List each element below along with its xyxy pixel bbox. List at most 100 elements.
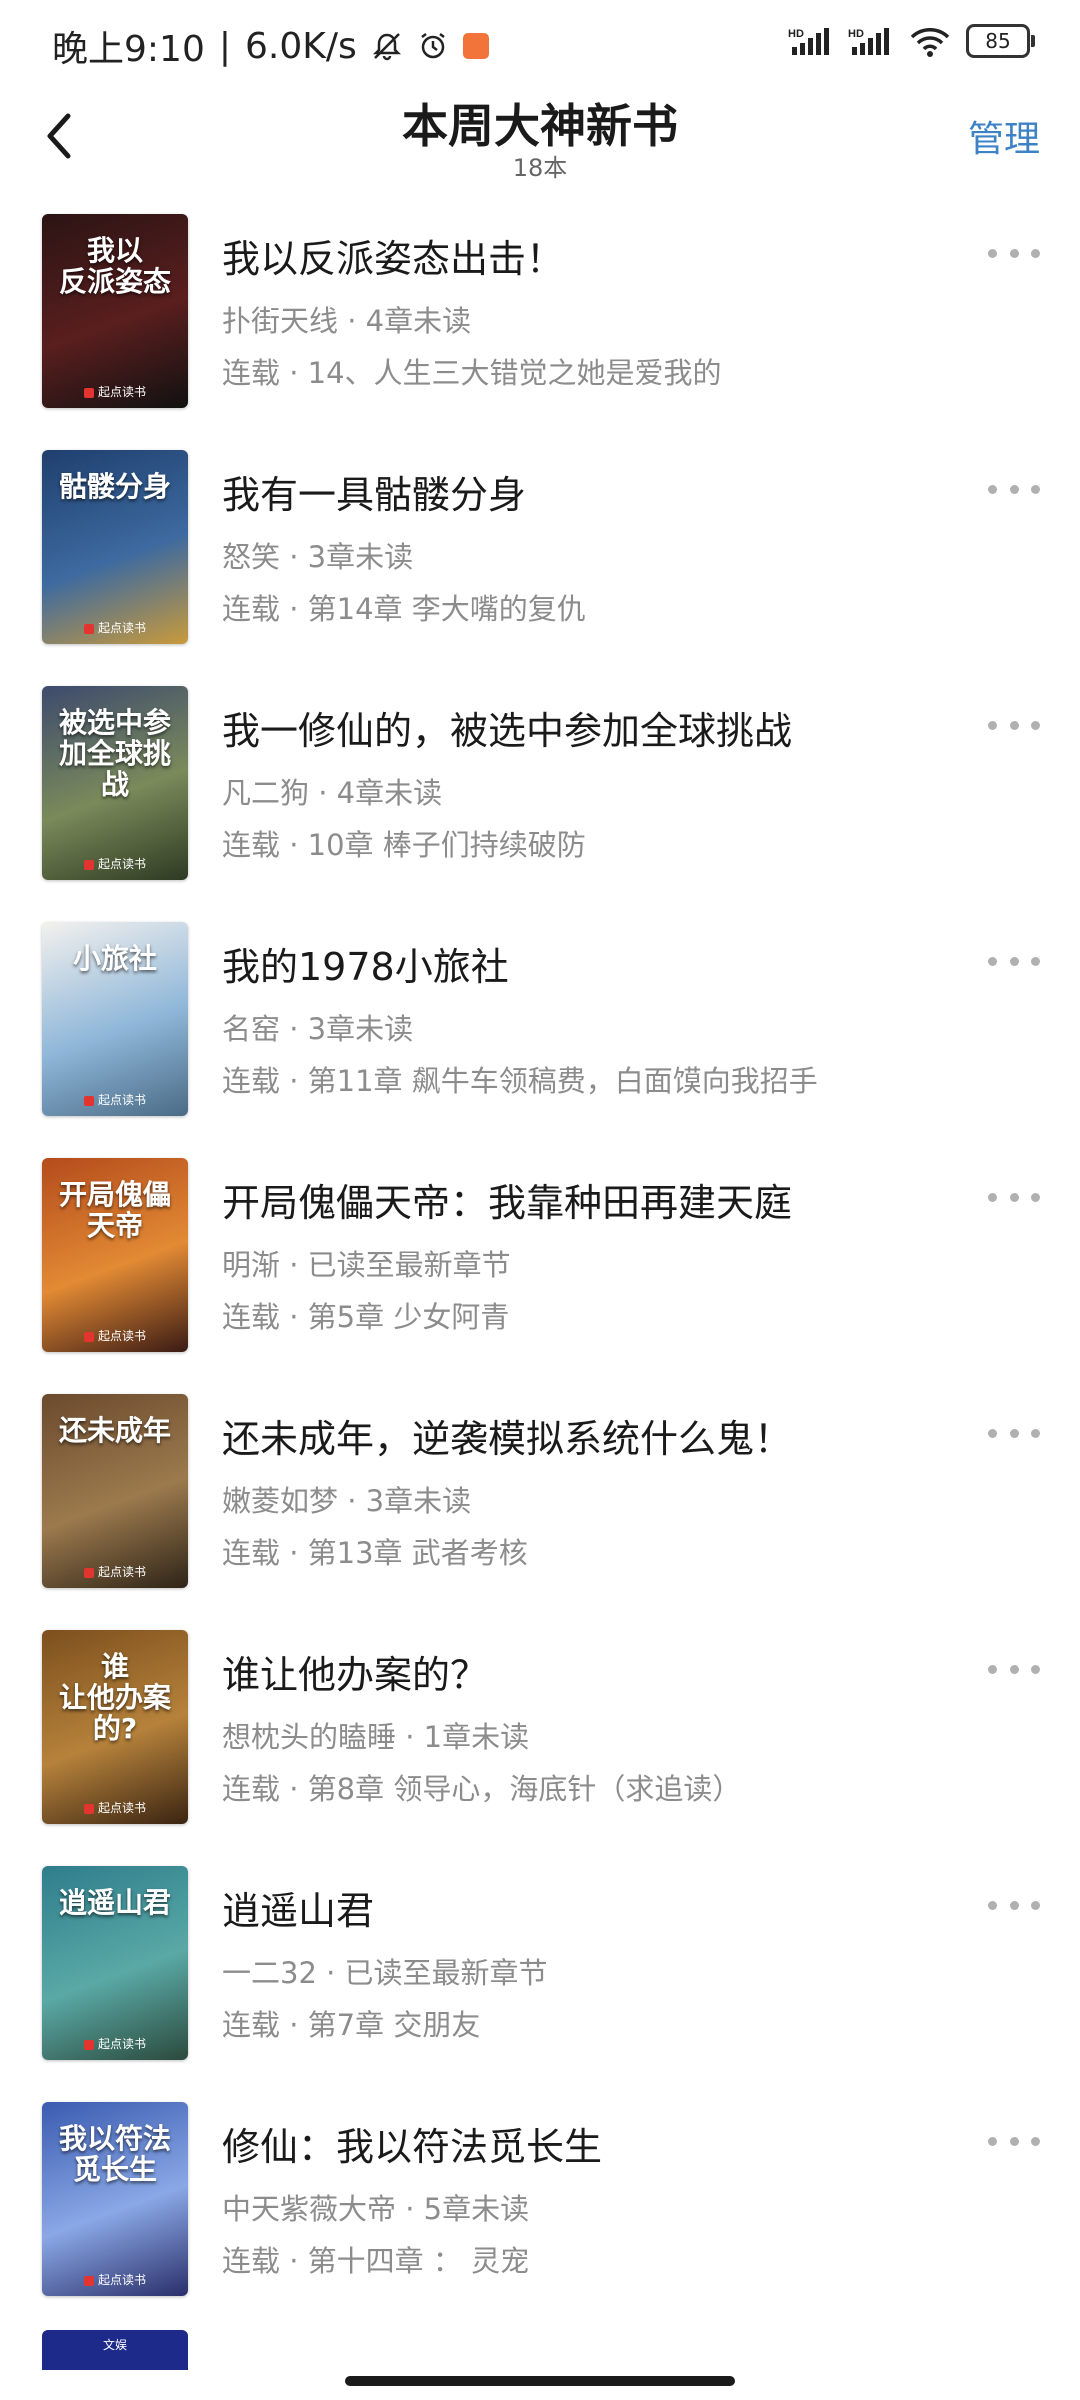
book-cover[interactable]: 骷髅分身 起点读书 [42, 450, 188, 644]
more-dots-icon[interactable] [988, 1662, 1040, 1676]
cover-brand-text: 起点读书 [97, 2037, 146, 2051]
book-latest-chapter: 连载 · 第8章 领导心，海底针（求追读） [222, 1772, 742, 1806]
status-time: 晚上9:10 [52, 29, 205, 70]
cover-brand: 起点读书 [42, 1799, 188, 1816]
more-dots-icon[interactable] [988, 954, 1040, 968]
brand-logo-icon [83, 2275, 94, 2286]
book-cover[interactable]: 开局傀儡天帝 起点读书 [42, 1158, 188, 1352]
cover-brand: 起点读书 [42, 2035, 188, 2052]
cover-brand-text: 起点读书 [97, 2273, 146, 2287]
more-dots-icon[interactable] [988, 246, 1040, 260]
cover-title: 我以 反派姿态 [58, 234, 171, 298]
battery-indicator: 85 [966, 24, 1035, 58]
book-list-item[interactable]: 我以符法觅长生 起点读书 修仙：我以符法觅长生 中天紫薇大帝 · 5章未读 连载… [0, 2096, 1080, 2332]
book-title: 逍遥山君 [222, 1889, 375, 1933]
app-header: 本周大神新书 18本 管理 [0, 90, 1080, 190]
cover-brand-text: 起点读书 [97, 1093, 146, 1107]
brand-logo-icon [83, 387, 94, 398]
more-dots-icon[interactable] [988, 2134, 1040, 2148]
book-title: 我的1978小旅社 [222, 945, 509, 989]
book-latest-chapter: 连载 · 第5章 少女阿青 [222, 1300, 510, 1334]
book-title: 谁让他办案的？ [222, 1653, 489, 1697]
book-author-progress: 中天紫薇大帝 · 5章未读 [222, 2192, 530, 2226]
book-cover[interactable]: 被选中参加全球挑战 起点读书 [42, 686, 188, 880]
book-title: 还未成年，逆袭模拟系统什么鬼！ [222, 1417, 793, 1461]
book-list-item[interactable]: 逍遥山君 起点读书 逍遥山君 一二32 · 已读至最新章节 连载 · 第7章 交… [0, 1860, 1080, 2096]
book-title: 我有一具骷髅分身 [222, 473, 527, 517]
book-count: 18本 [512, 154, 568, 182]
book-list-item[interactable]: 还未成年 起点读书 还未成年，逆袭模拟系统什么鬼！ 嫩菱如梦 · 3章未读 连载… [0, 1388, 1080, 1624]
book-cover[interactable]: 还未成年 起点读书 [42, 1394, 188, 1588]
cover-brand-text: 起点读书 [97, 1329, 146, 1343]
book-author-progress: 名窑 · 3章未读 [222, 1012, 414, 1046]
cover-brand-text: 起点读书 [97, 621, 146, 635]
cover-brand-text: 起点读书 [97, 385, 146, 399]
book-author-progress: 扑街天线 · 4章未读 [222, 304, 472, 338]
brand-logo-icon [83, 859, 94, 870]
book-cover[interactable]: 小旅社 起点读书 [42, 922, 188, 1116]
book-list: 我以 反派姿态 起点读书 我以反派姿态出击！ 扑街天线 · 4章未读 连载 · … [0, 208, 1080, 2332]
cover-brand: 起点读书 [42, 855, 188, 872]
cover-brand: 起点读书 [42, 1091, 188, 1108]
cover-brand: 起点读书 [42, 383, 188, 400]
brand-logo-icon [83, 623, 94, 634]
book-latest-chapter: 连载 · 14、人生三大错觉之她是爱我的 [222, 356, 722, 390]
more-dots-icon[interactable] [988, 718, 1040, 732]
book-list-item[interactable]: 我以 反派姿态 起点读书 我以反派姿态出击！ 扑街天线 · 4章未读 连载 · … [0, 208, 1080, 444]
cover-title: 被选中参加全球挑战 [58, 706, 171, 801]
book-list-item[interactable]: 开局傀儡天帝 起点读书 开局傀儡天帝：我靠种田再建天庭 明渐 · 已读至最新章节… [0, 1152, 1080, 1388]
wifi-icon [910, 28, 950, 57]
manage-button[interactable]: 管理 [968, 110, 1040, 162]
status-bar: 晚上9:10 | 6.0K/s HD HD 85 [0, 0, 1080, 90]
book-latest-chapter: 连载 · 第十四章 ： 灵宠 [222, 2244, 530, 2278]
book-list-item[interactable]: 骷髅分身 起点读书 我有一具骷髅分身 怒笑 · 3章未读 连载 · 第14章 李… [0, 444, 1080, 680]
book-cover[interactable]: 逍遥山君 起点读书 [42, 1866, 188, 2060]
more-dots-icon[interactable] [988, 1190, 1040, 1204]
cover-brand-text: 起点读书 [97, 1565, 146, 1579]
more-dots-icon[interactable] [988, 482, 1040, 496]
book-latest-chapter: 连载 · 第13章 武者考核 [222, 1536, 528, 1570]
signal-icon: HD [788, 28, 829, 55]
network-speed: 6.0K/s [244, 25, 357, 67]
book-latest-chapter: 连载 · 第7章 交朋友 [222, 2008, 481, 2042]
signal1-label: HD [788, 28, 804, 40]
brand-logo-icon [83, 1567, 94, 1578]
book-latest-chapter: 连载 · 第14章 李大嘴的复仇 [222, 592, 586, 626]
notification-app-icon [462, 33, 489, 59]
book-title: 开局傀儡天帝：我靠种田再建天庭 [222, 1181, 793, 1225]
cover-title: 逍遥山君 [58, 1886, 171, 1919]
more-dots-icon[interactable] [988, 1898, 1040, 1912]
cover-title: 我以符法觅长生 [58, 2122, 171, 2186]
book-title: 我以反派姿态出击！ [222, 237, 565, 281]
brand-logo-icon [83, 1803, 94, 1814]
book-cover[interactable]: 我以 反派姿态 起点读书 [42, 214, 188, 408]
book-list-item[interactable]: 小旅社 起点读书 我的1978小旅社 名窑 · 3章未读 连载 · 第11章 飙… [0, 916, 1080, 1152]
book-list-item[interactable]: 被选中参加全球挑战 起点读书 我一修仙的，被选中参加全球挑战 凡二狗 · 4章未… [0, 680, 1080, 916]
cover-title: 还未成年 [58, 1414, 171, 1447]
bell-off-icon [372, 33, 401, 61]
book-cover[interactable]: 我以符法觅长生 起点读书 [42, 2102, 188, 2296]
cover-brand: 起点读书 [42, 1563, 188, 1580]
book-list-item[interactable]: 谁 让他办案的? 起点读书 谁让他办案的？ 想枕头的瞌睡 · 1章未读 连载 ·… [0, 1624, 1080, 1860]
brand-logo-icon [83, 1331, 94, 1342]
cover-title: 骷髅分身 [58, 470, 171, 503]
partial-cover-text: 文娱 [102, 2338, 127, 2352]
book-author-progress: 凡二狗 · 4章未读 [222, 776, 443, 810]
book-author-progress: 一二32 · 已读至最新章节 [222, 1956, 548, 1990]
cover-brand: 起点读书 [42, 2271, 188, 2288]
book-title: 我一修仙的，被选中参加全球挑战 [222, 709, 793, 753]
brand-logo-icon [83, 1095, 94, 1106]
brand-logo-icon [83, 2039, 94, 2050]
home-indicator[interactable] [345, 2376, 735, 2386]
more-dots-icon[interactable] [988, 1426, 1040, 1440]
book-title: 修仙：我以符法觅长生 [222, 2125, 603, 2169]
book-latest-chapter: 连载 · 第11章 飙牛车领稿费，白面馍向我招手 [222, 1064, 818, 1098]
book-cover[interactable]: 谁 让他办案的? 起点读书 [42, 1630, 188, 1824]
cover-brand: 起点读书 [42, 1327, 188, 1344]
cover-title: 谁 让他办案的? [58, 1650, 171, 1745]
signal-icon-2: HD [848, 28, 889, 55]
status-right: HD HD 85 [788, 24, 1035, 58]
book-author-progress: 嫩菱如梦 · 3章未读 [222, 1484, 472, 1518]
cover-title: 小旅社 [72, 942, 157, 975]
book-cover-partial[interactable]: 文娱 [42, 2330, 188, 2370]
